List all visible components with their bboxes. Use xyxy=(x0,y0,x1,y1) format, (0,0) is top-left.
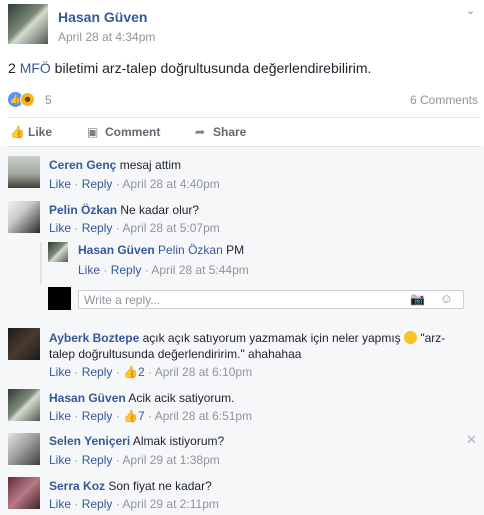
thumbs-up-icon: 👍 xyxy=(123,409,138,423)
comment-author[interactable]: Ceren Genç xyxy=(49,158,116,172)
comment-likes-count: 2 xyxy=(138,365,145,379)
avatar[interactable] xyxy=(8,477,40,509)
comments-count-link[interactable]: 6 Comments xyxy=(410,93,478,107)
comment-author[interactable]: Selen Yeniçeri xyxy=(49,434,130,448)
comment-button[interactable]: ▣ Comment xyxy=(87,125,160,139)
reply-reply-link[interactable]: Reply xyxy=(111,263,142,277)
comment-timestamp[interactable]: April 29 at 1:38pm xyxy=(122,453,219,467)
comment-button-label: Comment xyxy=(105,125,161,139)
comment-text: Acik acik satiyorum. xyxy=(128,391,235,405)
comment-bubble-icon: ▣ xyxy=(87,125,99,139)
comment-body: Serra Koz Son fiyat ne kadar? xyxy=(49,478,212,494)
comment-likes-count: 7 xyxy=(138,409,145,423)
like-button-label: Like xyxy=(28,125,53,139)
comment-text-line1-end: "arz- xyxy=(420,331,446,345)
post-text-link[interactable]: MFÖ xyxy=(20,60,51,76)
haha-reaction-icon: ☻ xyxy=(20,92,35,107)
post-timestamp[interactable]: April 28 at 4:34pm xyxy=(58,30,155,44)
comment-likes[interactable]: 👍7 xyxy=(123,409,145,423)
comment-text: Son fiyat ne kadar? xyxy=(108,479,212,493)
comment-body: Ceren Genç mesaj attim xyxy=(49,157,181,173)
comment-meta: Like · Reply · April 28 at 4:40pm xyxy=(49,177,220,191)
thumbs-up-icon: 👍 xyxy=(10,125,25,139)
comment-timestamp[interactable]: April 29 at 2:11pm xyxy=(122,497,219,511)
comment-timestamp[interactable]: April 28 at 6:10pm xyxy=(155,365,252,379)
comment-timestamp[interactable]: April 28 at 5:07pm xyxy=(122,221,219,235)
reply-like-link[interactable]: Like xyxy=(78,263,100,277)
post-author-name[interactable]: Hasan Güven xyxy=(58,9,147,25)
comment-timestamp[interactable]: April 28 at 4:40pm xyxy=(122,177,219,191)
facebook-post: Hasan Güven April 28 at 4:34pm ⌄ 2 MFÖ b… xyxy=(0,0,484,515)
camera-icon[interactable]: 📷 xyxy=(410,292,425,306)
comment-reply-link[interactable]: Reply xyxy=(82,365,113,379)
share-button-label: Share xyxy=(213,125,247,139)
author-avatar[interactable] xyxy=(8,4,48,44)
divider xyxy=(8,146,480,147)
comment-like-link[interactable]: Like xyxy=(49,453,71,467)
comment-meta: Like · Reply · April 29 at 2:11pm xyxy=(49,497,219,511)
comment-like-link[interactable]: Like xyxy=(49,177,71,191)
comment-meta: Like · Reply · April 29 at 1:38pm xyxy=(49,453,220,467)
comment-body: Hasan Güven Acik acik satiyorum. xyxy=(49,390,234,406)
comment-reply-link[interactable]: Reply xyxy=(82,221,113,235)
comment-like-link[interactable]: Like xyxy=(49,221,71,235)
comment-text-line1: açık açık satıyorum yazmamak için neler … xyxy=(142,331,401,345)
post-text-suffix: biletimi arz-talep doğrultusunda değerle… xyxy=(50,60,372,76)
comment-like-link[interactable]: Like xyxy=(49,365,71,379)
comment-body: Pelin Özkan Ne kadar olur? xyxy=(49,202,199,218)
reply-meta: Like · Reply · April 28 at 5:44pm xyxy=(78,263,249,277)
avatar[interactable] xyxy=(8,389,40,421)
comment-text: mesaj attim xyxy=(119,158,182,172)
comment-like-link[interactable]: Like xyxy=(49,497,71,511)
comment-text: Almak istiyorum? xyxy=(132,434,225,448)
comment-reply-link[interactable]: Reply xyxy=(82,409,113,423)
share-arrow-icon: ➦ xyxy=(195,125,206,139)
reply-timestamp[interactable]: April 28 at 5:44pm xyxy=(151,263,248,277)
comment-reply-link[interactable]: Reply xyxy=(82,497,113,511)
post-text: 2 MFÖ biletimi arz-talep doğrultusunda d… xyxy=(8,60,371,76)
avatar[interactable] xyxy=(48,242,68,262)
comment-author[interactable]: Pelin Özkan xyxy=(49,203,117,217)
avatar[interactable] xyxy=(8,201,40,233)
reply-body: Hasan Güven Pelin Özkan PM xyxy=(78,242,244,258)
reaction-count[interactable]: 5 xyxy=(45,93,52,107)
avatar[interactable] xyxy=(8,328,40,360)
comment-text: Ne kadar olur? xyxy=(120,203,200,217)
reply-author[interactable]: Hasan Güven xyxy=(78,243,155,257)
like-button[interactable]: 👍 Like xyxy=(10,125,52,139)
reply-text: PM xyxy=(226,243,245,257)
avatar[interactable] xyxy=(8,156,40,188)
reply-input-placeholder: Write a reply... xyxy=(84,293,161,307)
smiley-emoji-icon xyxy=(404,331,418,344)
reply-input[interactable]: Write a reply... 📷 ☺ xyxy=(78,290,464,309)
comment-author[interactable]: Hasan Güven xyxy=(49,391,126,405)
comment-body: Selen Yeniçeri Almak istiyorum? xyxy=(49,433,224,449)
share-button[interactable]: ➦ Share xyxy=(195,125,246,139)
thumbs-up-icon: 👍 xyxy=(123,365,138,379)
smiley-icon[interactable]: ☺ xyxy=(440,291,453,306)
comment-meta: Like · Reply · 👍2 · April 28 at 6:10pm xyxy=(49,365,253,379)
avatar xyxy=(48,287,71,310)
reply-mention[interactable]: Pelin Özkan xyxy=(158,243,223,257)
comment-author[interactable]: Ayberk Boztepe xyxy=(49,331,139,345)
comment-meta: Like · Reply · 👍7 · April 28 at 6:51pm xyxy=(49,409,253,423)
comment-body: Ayberk Boztepe açık açık satıyorum yazma… xyxy=(49,330,459,362)
comment-reply-link[interactable]: Reply xyxy=(82,177,113,191)
close-icon[interactable]: ✕ xyxy=(466,432,477,448)
comment-author[interactable]: Serra Koz xyxy=(49,479,105,493)
reply-thread-line xyxy=(40,242,42,284)
post-text-prefix: 2 xyxy=(8,60,20,76)
comment-timestamp[interactable]: April 28 at 6:51pm xyxy=(155,409,252,423)
comment-likes[interactable]: 👍2 xyxy=(123,365,145,379)
chevron-down-icon[interactable]: ⌄ xyxy=(466,6,478,17)
avatar[interactable] xyxy=(8,433,40,465)
comment-text-line2: talep doğrultusunda değerlendiririm." ah… xyxy=(49,347,302,361)
comment-reply-link[interactable]: Reply xyxy=(82,453,113,467)
comment-like-link[interactable]: Like xyxy=(49,409,71,423)
divider xyxy=(8,117,480,118)
comment-meta: Like · Reply · April 28 at 5:07pm xyxy=(49,221,220,235)
